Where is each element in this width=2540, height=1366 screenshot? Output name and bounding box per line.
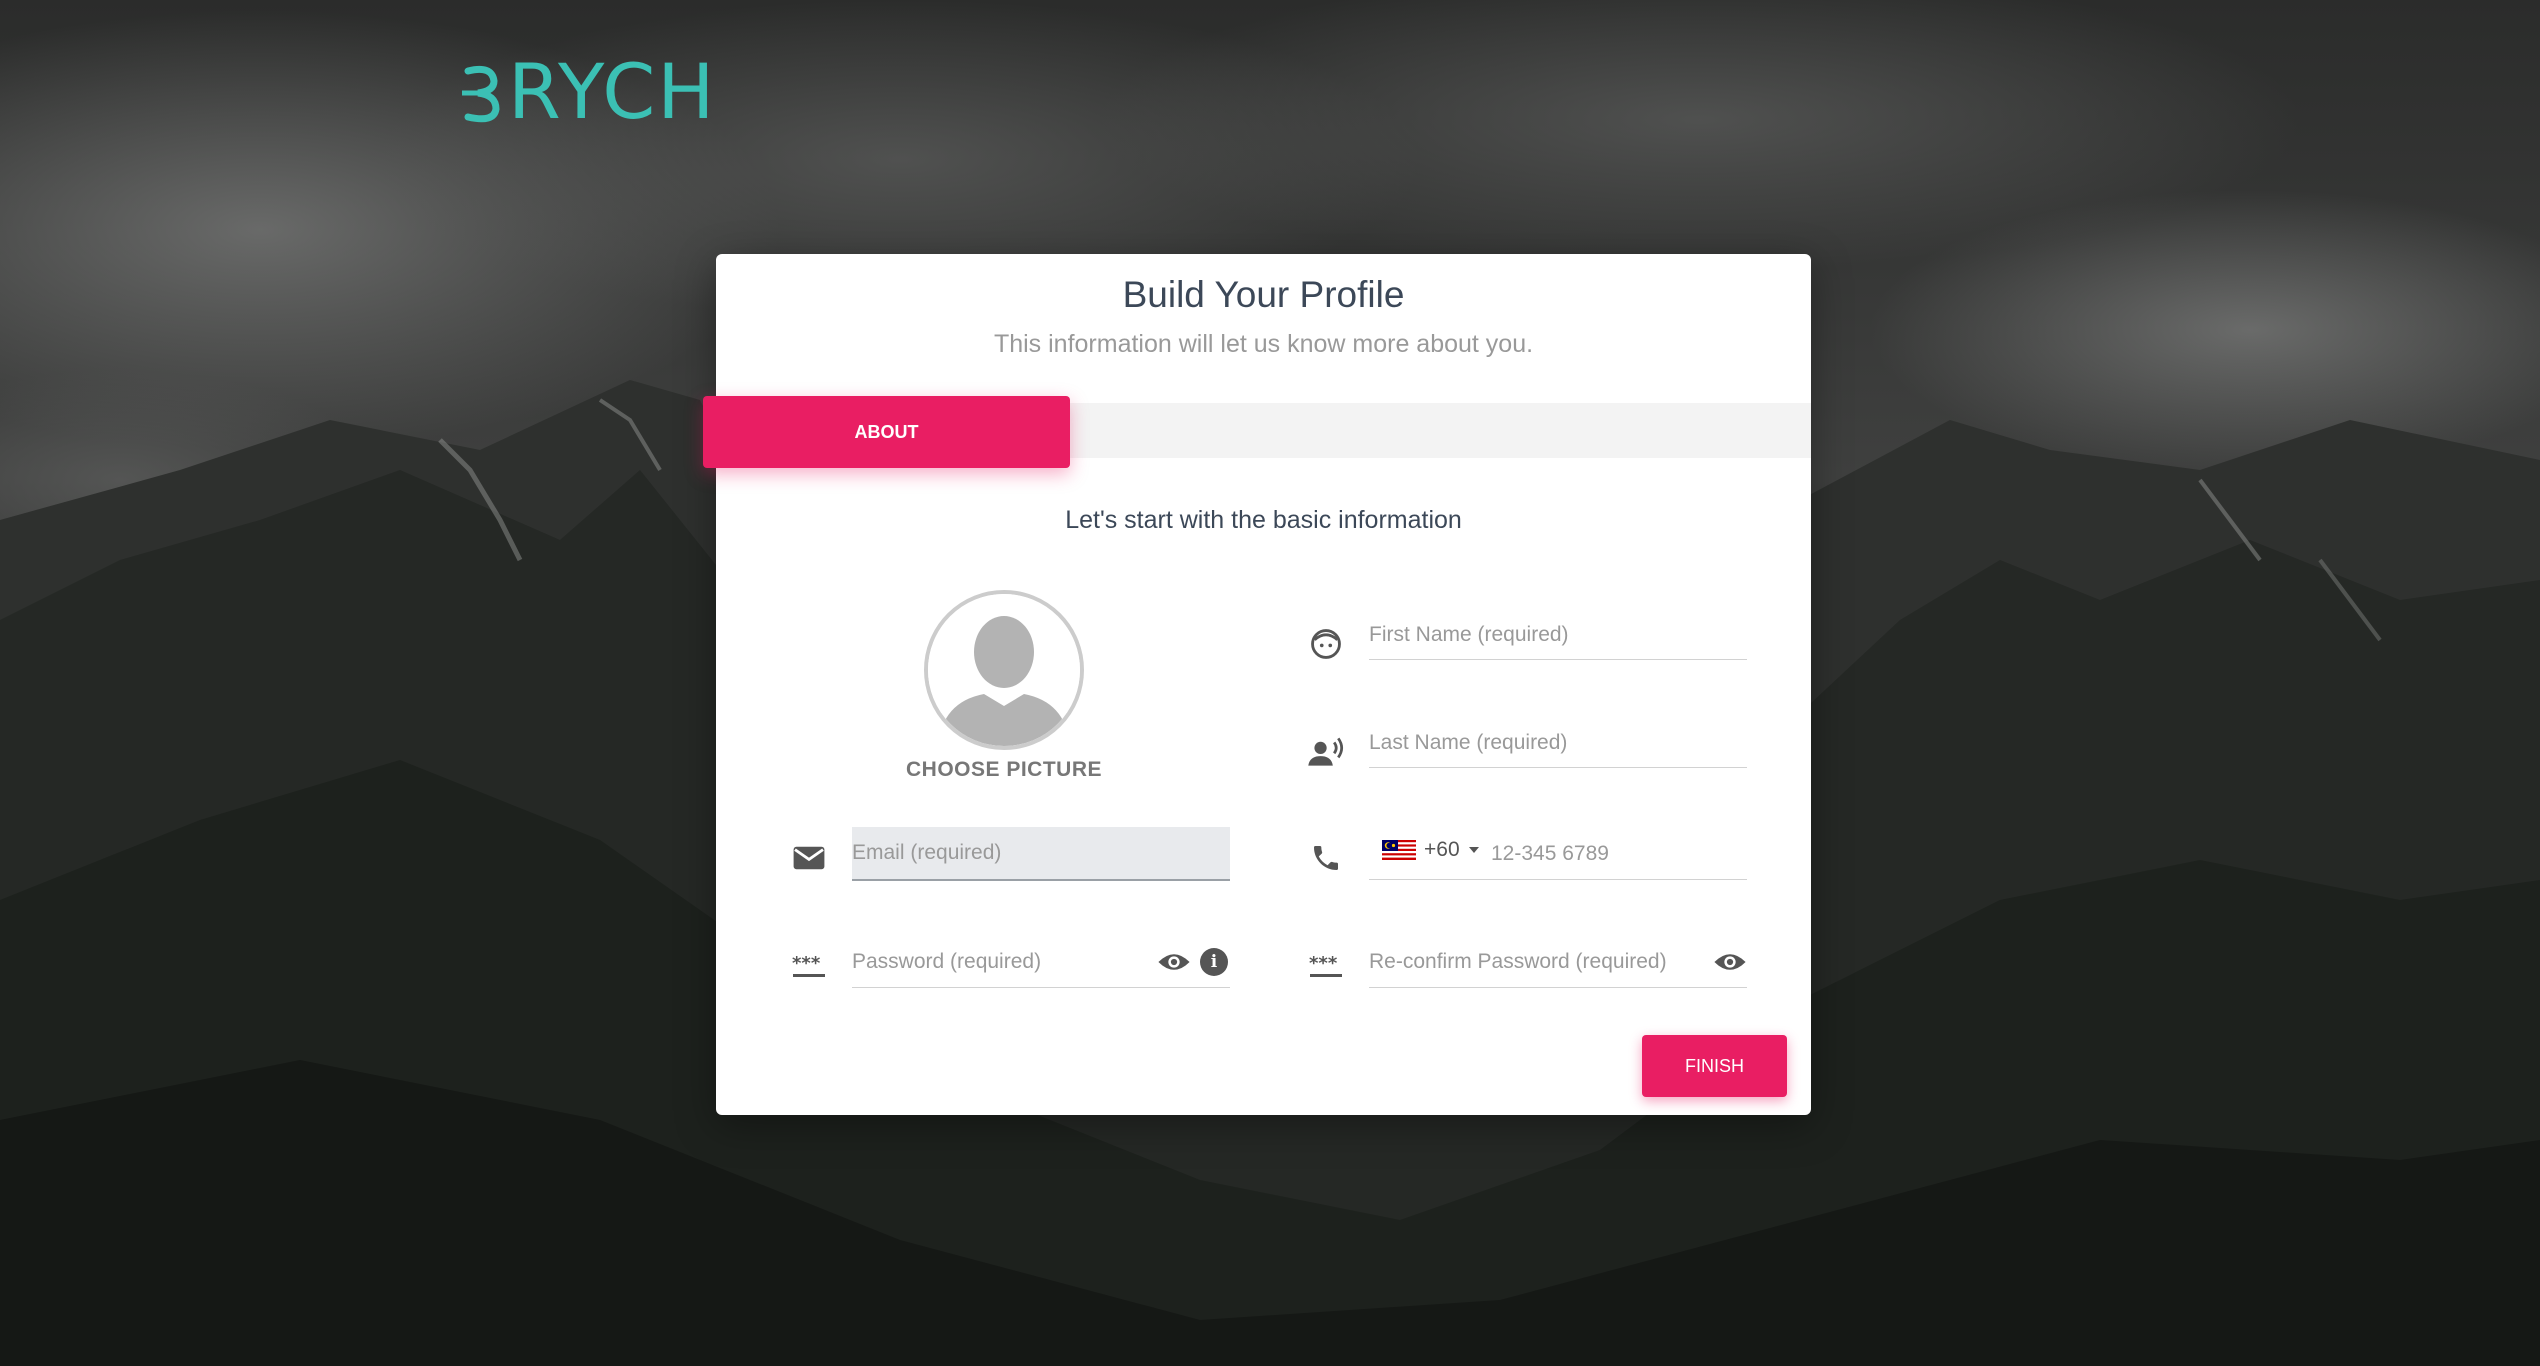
card-title: Build Your Profile (1122, 274, 1405, 315)
last-name-input[interactable] (1369, 718, 1747, 768)
profile-wizard-card: Build Your Profile This information will… (703, 254, 1811, 1115)
show-password-icon[interactable] (1156, 948, 1192, 976)
tab-about[interactable]: ABOUT (703, 396, 1070, 468)
section-title: Let's start with the basic information (1065, 506, 1462, 534)
finish-button[interactable]: FINISH (1642, 1035, 1787, 1097)
first-name-input[interactable] (1369, 610, 1747, 660)
reconfirm-password-input[interactable] (1369, 936, 1747, 988)
logo-text: RYCH (508, 47, 717, 136)
svg-text:***: *** (1309, 953, 1338, 974)
password-icon: *** (1308, 948, 1344, 984)
card-subtitle: This information will let us know more a… (993, 330, 1534, 358)
logo-mark-icon (462, 65, 500, 123)
phone-icon (1308, 840, 1344, 876)
brand-logo[interactable]: RYCH (462, 52, 716, 132)
svg-text:***: *** (792, 953, 821, 974)
phone-input[interactable] (1369, 828, 1747, 880)
password-info-icon[interactable]: i (1200, 948, 1228, 976)
avatar-placeholder-icon (928, 594, 1080, 746)
profile-picture[interactable] (924, 590, 1084, 750)
password-icon: *** (791, 948, 827, 984)
record-voice-icon (1308, 734, 1344, 770)
email-icon (791, 840, 827, 876)
email-input[interactable] (852, 827, 1230, 881)
choose-picture-label[interactable]: CHOOSE PICTURE (886, 758, 1122, 782)
face-icon (1308, 626, 1344, 662)
show-reconfirm-password-icon[interactable] (1712, 948, 1748, 976)
